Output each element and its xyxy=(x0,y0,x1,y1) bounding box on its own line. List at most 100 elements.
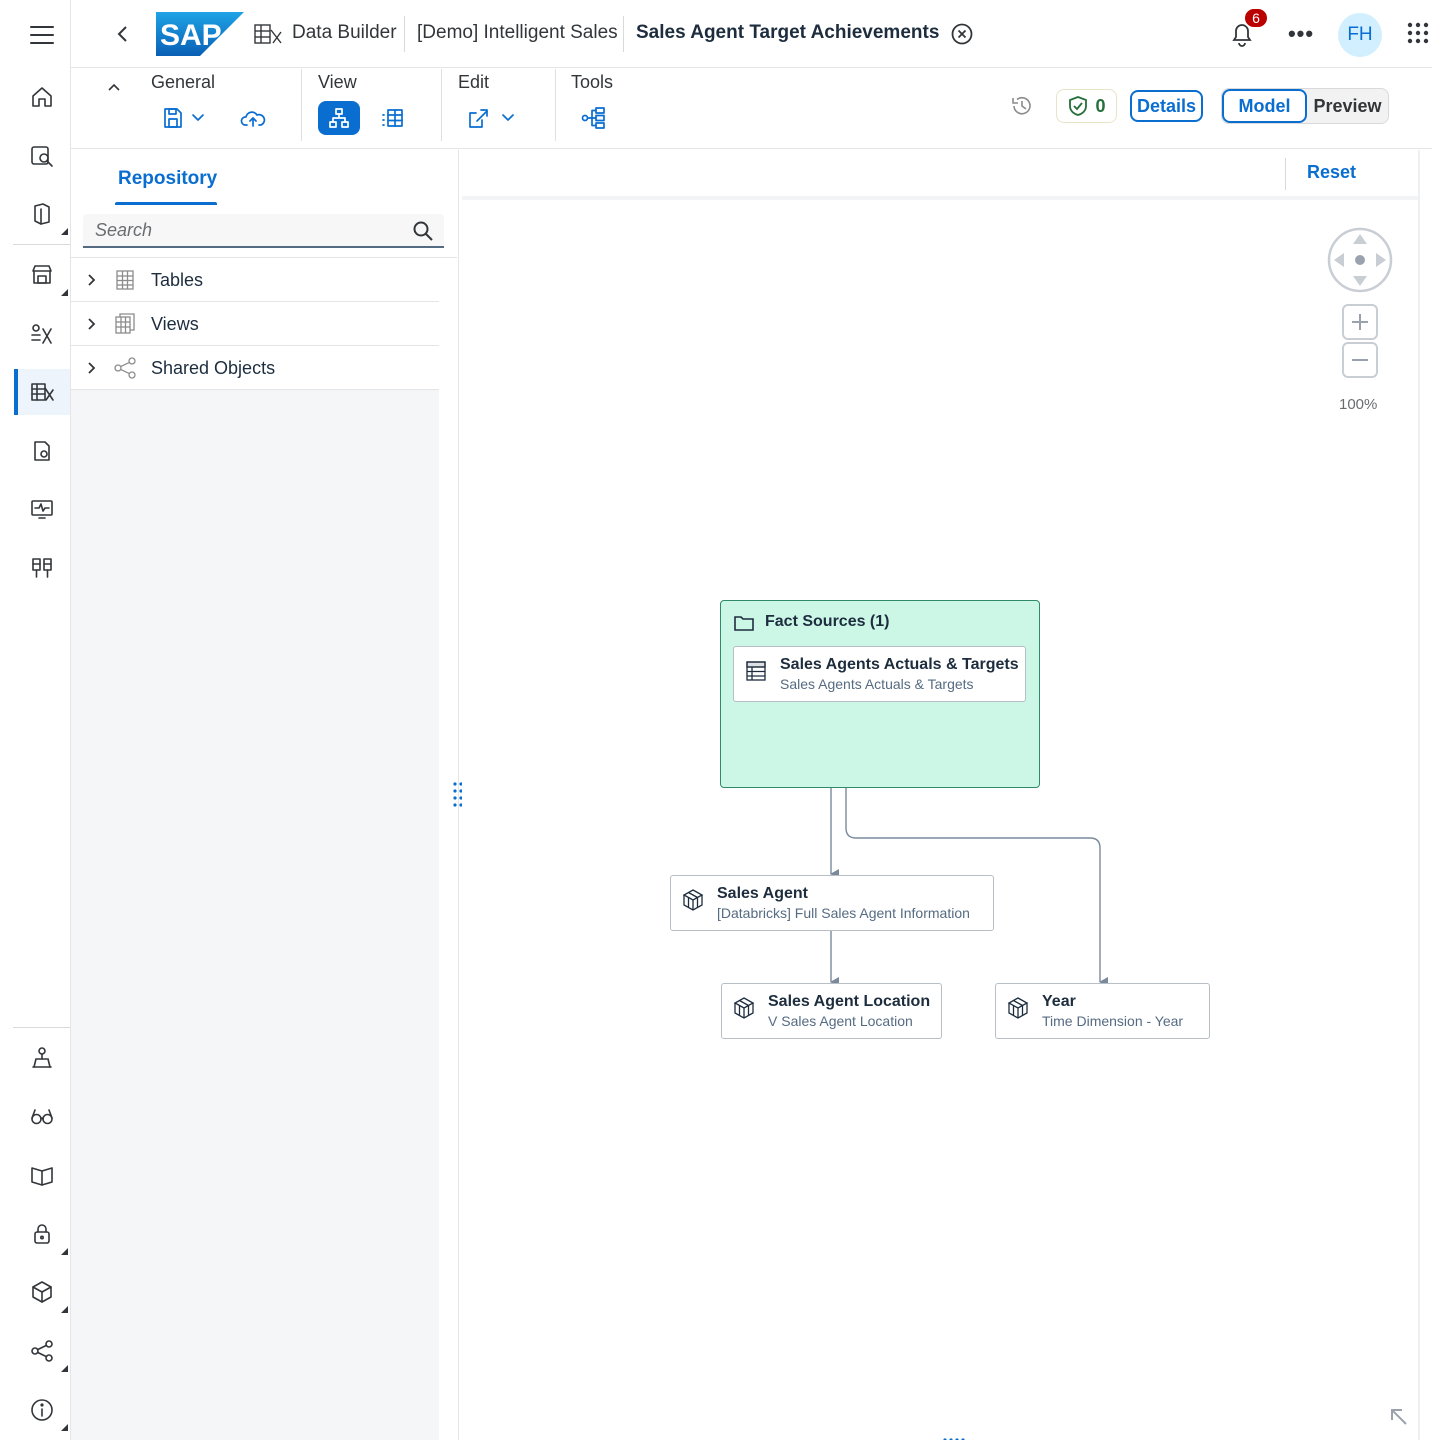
cloud-upload-icon xyxy=(240,111,266,127)
node-title: Year xyxy=(1042,993,1076,1010)
close-circle-icon xyxy=(951,23,973,45)
nav-monitor[interactable] xyxy=(14,486,70,532)
hierarchy-icon xyxy=(329,108,349,128)
node-sales-agent-location[interactable]: Sales Agent Location V Sales Agent Locat… xyxy=(721,983,942,1039)
nav-learning[interactable] xyxy=(14,1152,70,1198)
nav-data-access[interactable] xyxy=(14,1035,70,1081)
lineage-icon xyxy=(581,107,605,129)
version-history-button[interactable] xyxy=(1009,93,1037,121)
chevron-right-icon[interactable] xyxy=(87,273,97,287)
node-year[interactable]: Year Time Dimension - Year xyxy=(995,983,1210,1039)
arrow-up-left-icon xyxy=(1391,1409,1407,1425)
nav-share[interactable] xyxy=(14,1328,70,1374)
nav-business-builder[interactable] xyxy=(14,311,70,357)
data-builder-icon xyxy=(254,22,284,46)
nav-catalog[interactable] xyxy=(14,133,70,179)
fact-table-icon xyxy=(744,659,768,683)
nav-glasses[interactable] xyxy=(14,1094,70,1140)
monitor-icon xyxy=(31,500,53,519)
node-subtitle: [Databricks] Full Sales Agent Informatio… xyxy=(717,905,970,921)
group-title: Fact Sources (1) xyxy=(765,613,890,630)
save-button[interactable] xyxy=(157,101,213,135)
product-switch-button[interactable] xyxy=(1407,22,1431,46)
folder-icon xyxy=(733,613,755,633)
impact-lineage-button[interactable] xyxy=(574,101,614,135)
home-icon xyxy=(32,87,52,107)
back-button[interactable] xyxy=(109,20,137,48)
catalog-search-icon xyxy=(31,146,53,167)
collapse-toolbar-button[interactable] xyxy=(107,79,123,91)
share-icon xyxy=(31,1340,53,1362)
page-title: Sales Agent Target Achievements xyxy=(636,22,940,43)
grid-icon xyxy=(1407,22,1429,44)
nav-home[interactable] xyxy=(14,74,70,120)
repository-scrollbar[interactable] xyxy=(439,258,457,1440)
mode-switch: Model Preview xyxy=(1221,88,1389,124)
tab-repository[interactable]: Repository xyxy=(118,168,217,190)
search-icon[interactable] xyxy=(412,220,434,242)
nav-transport[interactable] xyxy=(14,1269,70,1315)
chevron-right-icon[interactable] xyxy=(87,361,97,375)
nav-semantic[interactable] xyxy=(14,191,70,237)
view-icon xyxy=(113,312,137,336)
node-title: Sales Agent xyxy=(717,885,808,902)
save-icon xyxy=(164,108,204,128)
glasses-icon xyxy=(31,1109,53,1125)
deploy-button[interactable] xyxy=(233,101,273,135)
breadcrumb-data-builder[interactable]: Data Builder xyxy=(292,22,397,44)
menu-icon[interactable] xyxy=(22,22,62,48)
toolbar-group-view: View xyxy=(318,72,357,92)
tree-item-tables[interactable]: Tables xyxy=(71,258,439,302)
repository-search-input[interactable] xyxy=(83,214,444,248)
tree-item-label: Shared Objects xyxy=(151,358,276,378)
close-document-button[interactable] xyxy=(950,22,974,46)
tree-item-shared-objects[interactable]: Shared Objects xyxy=(71,346,439,390)
editor-toolbar: General View Edit Tools 0 Details Model … xyxy=(71,69,1432,149)
table-columns-icon xyxy=(382,109,403,127)
node-sales-agents-actuals-targets[interactable]: Sales Agents Actuals & Targets Sales Age… xyxy=(733,646,1026,702)
nav-security[interactable] xyxy=(14,1211,70,1257)
details-button[interactable]: Details xyxy=(1130,90,1203,122)
validation-status[interactable]: 0 xyxy=(1056,89,1117,123)
nav-marketplace[interactable] xyxy=(14,252,70,298)
breadcrumb-space[interactable]: [Demo] Intelligent Sales xyxy=(417,22,618,44)
svg-text:SAP: SAP xyxy=(160,19,222,52)
business-builder-icon xyxy=(31,324,52,344)
dimension-cube-icon xyxy=(681,888,705,912)
validation-count: 0 xyxy=(1095,95,1106,116)
table-icon xyxy=(113,268,137,292)
node-title: Sales Agent Location xyxy=(768,993,931,1010)
connections-icon xyxy=(32,558,52,578)
table-view-button[interactable] xyxy=(373,101,413,135)
nav-info[interactable] xyxy=(14,1387,70,1433)
data-builder-icon xyxy=(31,383,54,401)
node-sales-agent[interactable]: Sales Agent [Databricks] Full Sales Agen… xyxy=(670,875,994,931)
shell-bar: SAP Data Builder [Demo] Intelligent Sale… xyxy=(71,0,1432,68)
more-options-button[interactable]: ••• xyxy=(1287,21,1315,46)
node-title: Sales Agents Actuals & Targets xyxy=(780,656,1019,673)
nav-data-flow[interactable] xyxy=(14,428,70,474)
repository-panel: Repository Tables Views Shared Objects xyxy=(71,150,457,1440)
person-tree-icon xyxy=(32,1047,52,1068)
node-subtitle: V Sales Agent Location xyxy=(768,1013,913,1029)
toolbar-group-tools: Tools xyxy=(571,72,614,92)
export-icon xyxy=(469,109,514,128)
export-button[interactable] xyxy=(463,101,521,135)
bottom-panel-handle[interactable] xyxy=(942,1430,966,1440)
sap-logo[interactable]: SAP xyxy=(156,12,244,56)
nav-connections[interactable] xyxy=(14,545,70,591)
chevron-right-icon[interactable] xyxy=(87,317,97,331)
lock-icon xyxy=(34,1224,50,1244)
tree-item-views[interactable]: Views xyxy=(71,302,439,346)
tree-item-label: Tables xyxy=(151,270,204,290)
expand-corner-button[interactable] xyxy=(1388,1406,1410,1428)
avatar[interactable]: FH xyxy=(1338,13,1382,57)
model-mode-button[interactable]: Model xyxy=(1222,89,1307,123)
dimension-cube-icon xyxy=(732,996,756,1020)
nav-data-builder[interactable] xyxy=(14,369,70,415)
package-icon xyxy=(32,1281,52,1303)
diagram-view-button[interactable] xyxy=(318,101,360,135)
share-icon xyxy=(113,356,137,380)
preview-mode-button[interactable]: Preview xyxy=(1307,89,1388,123)
model-canvas[interactable]: Reset 100% Fact Sources (1) Sales Agents… xyxy=(462,150,1418,1440)
